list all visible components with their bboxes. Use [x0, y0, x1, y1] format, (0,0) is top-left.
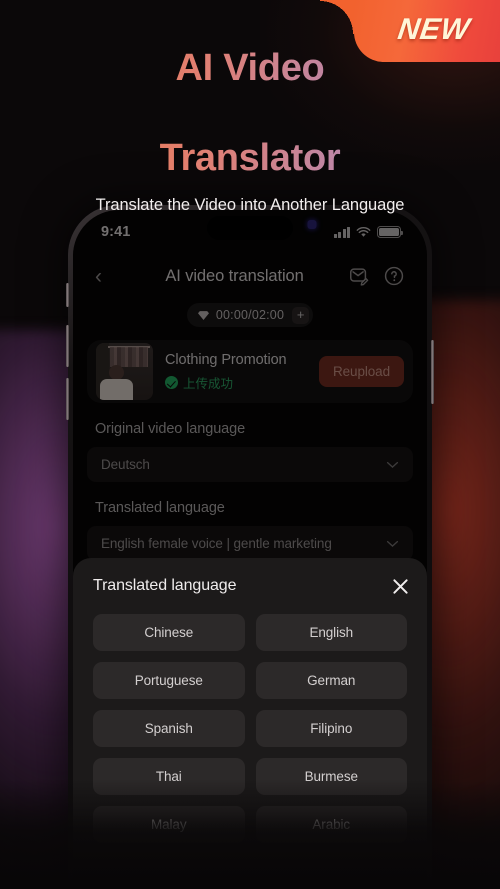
sheet-title: Translated language: [93, 577, 237, 594]
language-grid: Chinese English Portuguese German Spanis…: [73, 595, 427, 843]
translated-language-sheet: Translated language Chinese English Port…: [73, 558, 427, 889]
language-option[interactable]: English: [255, 614, 407, 651]
phone-power-button: [431, 340, 434, 404]
promo-title-line2: Translator: [0, 136, 500, 180]
new-badge-label: NEW: [396, 13, 473, 46]
close-icon[interactable]: [392, 578, 409, 595]
phone-volume-down-button: [66, 378, 69, 420]
promo-subtitle: Translate the Video into Another Languag…: [95, 196, 405, 214]
language-option[interactable]: Thai: [93, 758, 245, 795]
new-badge-corner-curve: [320, 0, 354, 34]
language-option[interactable]: German: [255, 662, 407, 699]
phone-volume-up-button: [66, 325, 69, 367]
language-option[interactable]: Arabic: [255, 806, 407, 843]
phone-screen: 9:41 ‹ AI video translation 00:00/02:00 …: [73, 210, 427, 889]
language-option[interactable]: Burmese: [255, 758, 407, 795]
language-option[interactable]: Spanish: [93, 710, 245, 747]
sheet-header: Translated language: [73, 558, 427, 595]
language-option[interactable]: Chinese: [93, 614, 245, 651]
promo-screenshot: NEW AI Video Translator Translate the Vi…: [0, 0, 500, 889]
phone-silent-switch: [66, 283, 69, 307]
language-option[interactable]: Filipino: [255, 710, 407, 747]
language-option[interactable]: Portuguese: [93, 662, 245, 699]
phone-frame: 9:41 ‹ AI video translation 00:00/02:00 …: [68, 205, 432, 889]
language-option[interactable]: Malay: [93, 806, 245, 843]
new-badge: NEW: [354, 0, 500, 62]
